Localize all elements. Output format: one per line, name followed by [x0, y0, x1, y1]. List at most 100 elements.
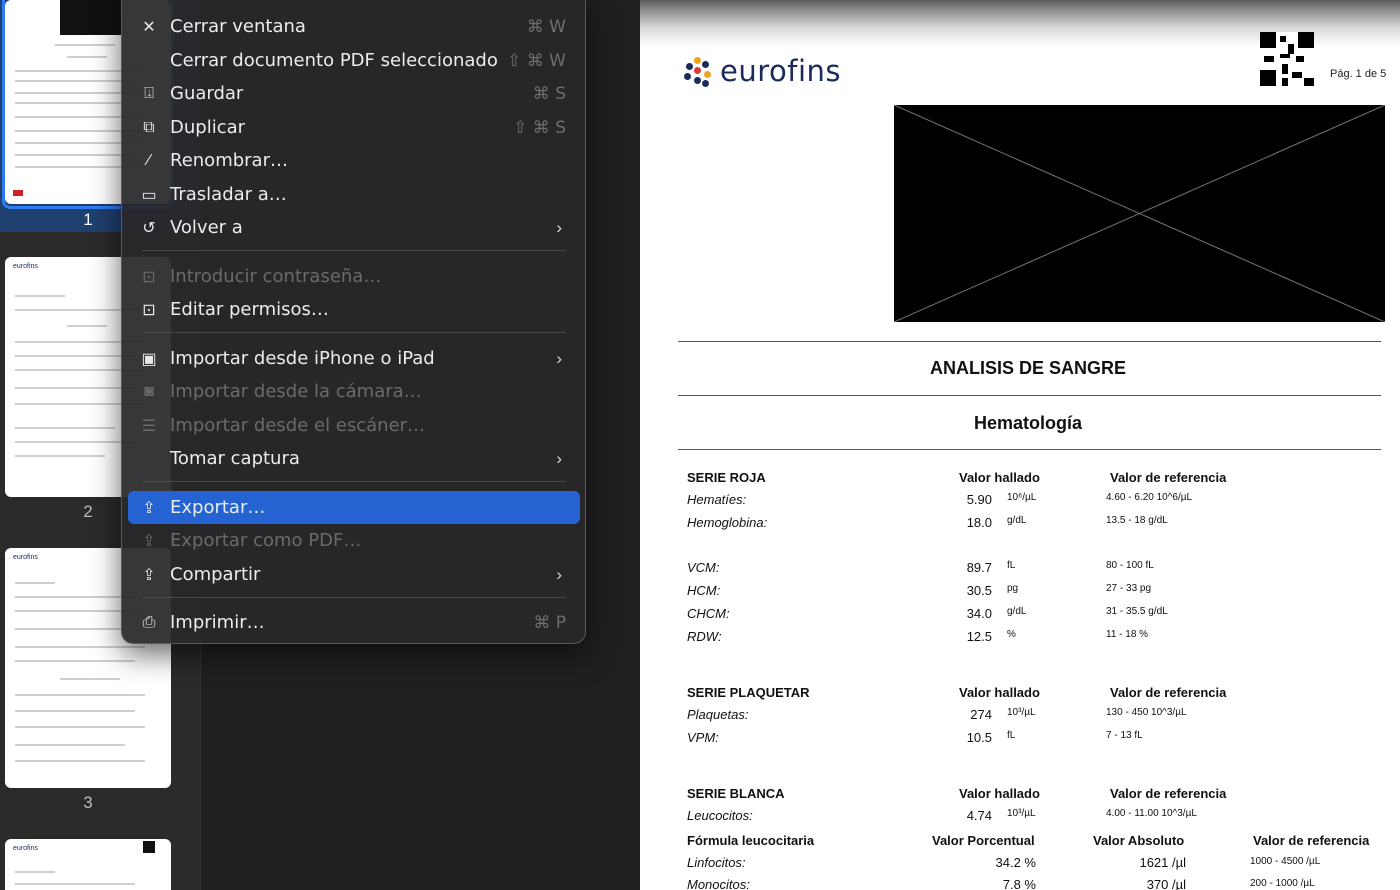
- row-value: 274: [970, 707, 992, 722]
- row-abs: 1621 /µl: [1139, 855, 1186, 870]
- folder-icon: ▭: [141, 186, 157, 204]
- col-valor-referencia: Valor de referencia: [1110, 685, 1227, 700]
- duplicate-icon: ⧉: [143, 118, 155, 136]
- col-valor-porcentual: Valor Porcentual: [932, 833, 1035, 848]
- menu-item-revert-to[interactable]: ↺ Volver a ›: [128, 211, 580, 244]
- row-name: Monocitos:: [687, 877, 750, 890]
- menu-item-take-screenshot[interactable]: Tomar captura ›: [128, 442, 580, 475]
- row-unit: 10³/µL: [1007, 808, 1036, 819]
- page-thumbnail-4[interactable]: eurofins: [5, 839, 171, 890]
- row-unit: fL: [1007, 560, 1016, 571]
- menu-item-share[interactable]: ⇪ Compartir ›: [128, 558, 580, 591]
- shortcut: ⌘ P: [533, 612, 566, 633]
- pencil-icon: ∕: [147, 151, 151, 169]
- row-value: 5.90: [966, 492, 992, 507]
- row-unit: pg: [1007, 583, 1019, 594]
- thumbnail-qr: [143, 841, 155, 853]
- thumbnail-logo: eurofins: [13, 554, 38, 561]
- page-number: Pág. 1 de 5: [1330, 68, 1387, 80]
- qr-code: [1260, 32, 1314, 86]
- row-name: Hemoglobina:: [687, 515, 768, 530]
- logo-text: eurofins: [720, 54, 842, 88]
- menu-item-save[interactable]: ⍗ Guardar ⌘ S: [128, 77, 580, 110]
- row-unit: 10⁶/µL: [1007, 492, 1037, 503]
- row-name: Plaquetas:: [687, 707, 749, 722]
- menu-item-enter-password: ⊡ Introducir contraseña…: [128, 260, 580, 293]
- row-abs: 370 /µl: [1146, 877, 1186, 890]
- col-valor-referencia: Valor de referencia: [1253, 833, 1370, 848]
- file-menu: ✕ Cerrar ventana ⌘ W Cerrar documento PD…: [121, 0, 586, 644]
- menu-item-rename[interactable]: ∕ Renombrar…: [128, 144, 580, 177]
- row-unit: g/dL: [1007, 515, 1027, 526]
- row-name: Hematíes:: [687, 492, 747, 507]
- report-title: ANALISIS DE SANGRE: [929, 358, 1127, 378]
- row-ref: 31 - 35.5 g/dL: [1106, 606, 1168, 617]
- password-icon: ⊡: [142, 268, 156, 286]
- menu-item-close-window[interactable]: ✕ Cerrar ventana ⌘ W: [128, 10, 580, 43]
- row-unit: g/dL: [1007, 606, 1027, 617]
- row-name: Leucocitos:: [687, 808, 753, 823]
- redacted-image: [894, 105, 1385, 322]
- row-value: 89.7: [966, 560, 992, 575]
- serie-roja-title: SERIE ROJA: [687, 470, 766, 485]
- serie-blanca-title: SERIE BLANCA: [687, 786, 785, 801]
- row-pct: 34.2 %: [995, 855, 1036, 870]
- revert-icon: ↺: [142, 219, 156, 237]
- menu-item-import-iphone[interactable]: ▣ Importar desde iPhone o iPad ›: [128, 342, 580, 375]
- close-icon: ✕: [142, 18, 156, 36]
- row-name: VPM:: [687, 730, 719, 745]
- menu-item-move-to[interactable]: ▭ Trasladar a…: [128, 178, 580, 211]
- row-ref: 4.00 - 11.00 10^3/µL: [1106, 808, 1197, 819]
- shortcut: ⇧ ⌘ S: [513, 117, 566, 138]
- row-ref: 200 - 1000 /µL: [1250, 878, 1315, 889]
- shortcut: ⌘ S: [532, 83, 566, 104]
- row-name: VCM:: [687, 560, 720, 575]
- row-unit: %: [1007, 629, 1016, 640]
- col-valor-hallado: Valor hallado: [959, 685, 1040, 700]
- row-name: RDW:: [687, 629, 722, 644]
- col-valor-referencia: Valor de referencia: [1110, 786, 1227, 801]
- row-ref: 130 - 450 10^3/µL: [1106, 707, 1187, 718]
- menu-item-import-camera: ◙ Importar desde la cámara…: [128, 375, 580, 408]
- chevron-right-icon: ›: [556, 564, 562, 584]
- pdf-page: eurofins Pág. 1 de 5 ANALISIS DE SANGRE …: [640, 0, 1400, 890]
- formula-title: Fórmula leucocitaria: [687, 833, 815, 848]
- row-pct: 7.8 %: [1002, 877, 1036, 890]
- logo-dots-icon: [682, 55, 714, 87]
- row-name: CHCM:: [687, 606, 730, 621]
- col-valor-absoluto: Valor Absoluto: [1093, 833, 1185, 848]
- serie-plaquetar-title: SERIE PLAQUETAR: [687, 685, 810, 700]
- row-value: 34.0: [966, 606, 992, 621]
- export-icon: ⇪: [142, 532, 156, 550]
- scanner-icon: ☰: [141, 417, 157, 435]
- share-icon: ⇪: [142, 566, 156, 584]
- col-valor-hallado: Valor hallado: [959, 470, 1040, 485]
- chevron-right-icon: ›: [556, 348, 562, 368]
- export-icon: ⇪: [142, 499, 156, 517]
- menu-item-export[interactable]: ⇪ Exportar…: [128, 491, 580, 524]
- row-ref: 11 - 18 %: [1106, 629, 1149, 640]
- thumbnail-logo: eurofins: [13, 845, 38, 852]
- row-ref: 4.60 - 6.20 10^6/µL: [1106, 492, 1193, 503]
- row-unit: 10³/µL: [1007, 707, 1036, 718]
- row-name: HCM:: [687, 583, 721, 598]
- device-icon: ▣: [141, 350, 157, 368]
- row-value: 10.5: [966, 730, 992, 745]
- password-icon: ⊡: [142, 301, 156, 319]
- row-name: Linfocitos:: [687, 855, 746, 870]
- thumbnail-number: 3: [83, 793, 93, 812]
- row-unit: fL: [1007, 730, 1016, 741]
- menu-item-close-pdf[interactable]: Cerrar documento PDF seleccionado ⇧ ⌘ W: [128, 44, 580, 77]
- row-ref: 1000 - 4500 /µL: [1250, 856, 1321, 867]
- col-valor-referencia: Valor de referencia: [1110, 470, 1227, 485]
- menu-item-edit-permissions[interactable]: ⊡ Editar permisos…: [128, 293, 580, 326]
- menu-item-export-pdf: ⇪ Exportar como PDF…: [128, 524, 580, 557]
- shortcut: ⌘ W: [526, 16, 566, 37]
- row-ref: 13.5 - 18 g/dL: [1106, 515, 1168, 526]
- menu-item-print[interactable]: ⎙ Imprimir… ⌘ P: [128, 606, 580, 639]
- thumbnail-logo: eurofins: [13, 263, 38, 270]
- row-ref: 80 - 100 fL: [1106, 560, 1154, 571]
- menu-item-duplicate[interactable]: ⧉ Duplicar ⇧ ⌘ S: [128, 111, 580, 144]
- row-ref: 7 - 13 fL: [1106, 730, 1143, 741]
- menu-item-import-scanner: ☰ Importar desde el escáner…: [128, 409, 580, 442]
